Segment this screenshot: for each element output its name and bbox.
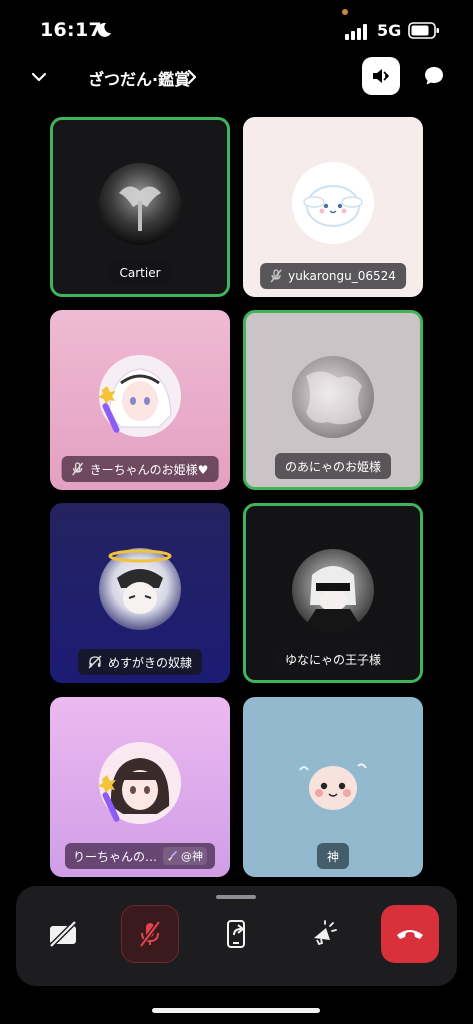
battery-icon xyxy=(408,22,439,39)
screen-share-icon xyxy=(227,920,245,948)
participant-name: りーちゃんの… xyxy=(72,849,158,864)
status-bar: 16:17 5G xyxy=(0,0,473,60)
headphones-off-icon xyxy=(88,655,102,669)
participant-name-pill: めすがきの奴隷 xyxy=(77,649,203,675)
drag-handle[interactable] xyxy=(216,895,256,899)
participant-name: のあにゃのお姫様 xyxy=(284,459,382,474)
participant-tile[interactable]: めすがきの奴隷 xyxy=(50,503,230,683)
mic-off-icon xyxy=(270,269,282,283)
sword-icon xyxy=(168,850,178,861)
participant-tile[interactable]: yukarongu_06524 xyxy=(243,117,423,297)
call-controls-bar xyxy=(16,886,457,986)
camera-toggle-button[interactable] xyxy=(34,905,92,963)
monochrome-avatar-art xyxy=(306,370,362,424)
participant-tile[interactable]: のあにゃのお姫様 xyxy=(243,310,423,490)
participant-name: Cartier xyxy=(119,266,161,280)
mic-toggle-button[interactable] xyxy=(121,905,179,963)
participant-tile[interactable]: りーちゃんの… @神 xyxy=(50,697,230,877)
avatar xyxy=(292,162,374,245)
speaker-icon xyxy=(373,69,389,83)
avatar xyxy=(292,548,374,631)
home-indicator[interactable] xyxy=(152,1008,320,1013)
speaker-button[interactable] xyxy=(362,57,400,95)
role-tag: @神 xyxy=(163,847,208,865)
channel-title[interactable]: ざつだん·鑑賞 xyxy=(88,66,190,90)
camera-off-icon xyxy=(49,920,77,948)
chat-bubble-icon xyxy=(425,67,443,85)
signal-icon xyxy=(345,24,367,40)
hang-up-icon xyxy=(397,930,423,939)
participant-name-pill: 神 xyxy=(316,843,350,869)
call-header: ざつだん·鑑賞 xyxy=(0,56,473,100)
participant-name: yukarongu_06524 xyxy=(288,269,396,283)
chevron-right-icon[interactable] xyxy=(186,69,198,85)
status-time: 16:17 xyxy=(40,19,102,41)
participant-name-pill: りーちゃんの… @神 xyxy=(64,843,216,869)
hamster-avatar-art xyxy=(299,763,367,811)
moon-icon xyxy=(97,22,111,37)
participant-tile[interactable]: きーちゃんのお姫様♥ xyxy=(50,310,230,490)
participant-name-pill: のあにゃのお姫様 xyxy=(274,453,392,479)
avatar xyxy=(292,742,374,825)
participant-name-pill: ゆなにゃの王子様 xyxy=(274,646,392,672)
screen-share-button[interactable] xyxy=(208,905,266,963)
participant-tile[interactable]: 神 xyxy=(243,697,423,877)
soundboard-button[interactable] xyxy=(295,905,353,963)
angel-avatar-art xyxy=(119,185,161,231)
chevron-down-icon[interactable] xyxy=(30,68,48,86)
leave-call-button[interactable] xyxy=(381,905,439,963)
participant-name: きーちゃんのお姫様♥ xyxy=(89,462,209,477)
participant-tile[interactable]: Cartier xyxy=(50,117,230,297)
privacy-indicator-dot xyxy=(342,9,348,15)
magic-wand-decoration xyxy=(98,775,120,822)
participant-name: 神 xyxy=(326,849,340,864)
halo-decoration xyxy=(108,549,172,563)
android-avatar-art xyxy=(302,565,364,631)
avatar xyxy=(292,355,374,438)
chat-button[interactable] xyxy=(420,62,448,90)
participant-name: めすがきの奴隷 xyxy=(107,655,193,670)
mic-off-icon xyxy=(72,462,84,476)
participant-name-pill: yukarongu_06524 xyxy=(260,263,406,289)
mic-off-icon xyxy=(139,920,161,948)
participant-name: ゆなにゃの王子様 xyxy=(284,652,382,667)
participant-tile[interactable]: ゆなにゃの王子様 xyxy=(243,503,423,683)
cinnamoroll-avatar-art xyxy=(303,185,363,228)
role-tag-text: @神 xyxy=(181,850,204,863)
network-type: 5G xyxy=(377,21,402,40)
avatar xyxy=(99,162,181,245)
participant-name-pill: Cartier xyxy=(109,260,171,286)
magic-wand-decoration xyxy=(98,386,120,433)
participant-name-pill: きーちゃんのお姫様♥ xyxy=(61,456,219,482)
soundboard-icon xyxy=(314,920,337,946)
